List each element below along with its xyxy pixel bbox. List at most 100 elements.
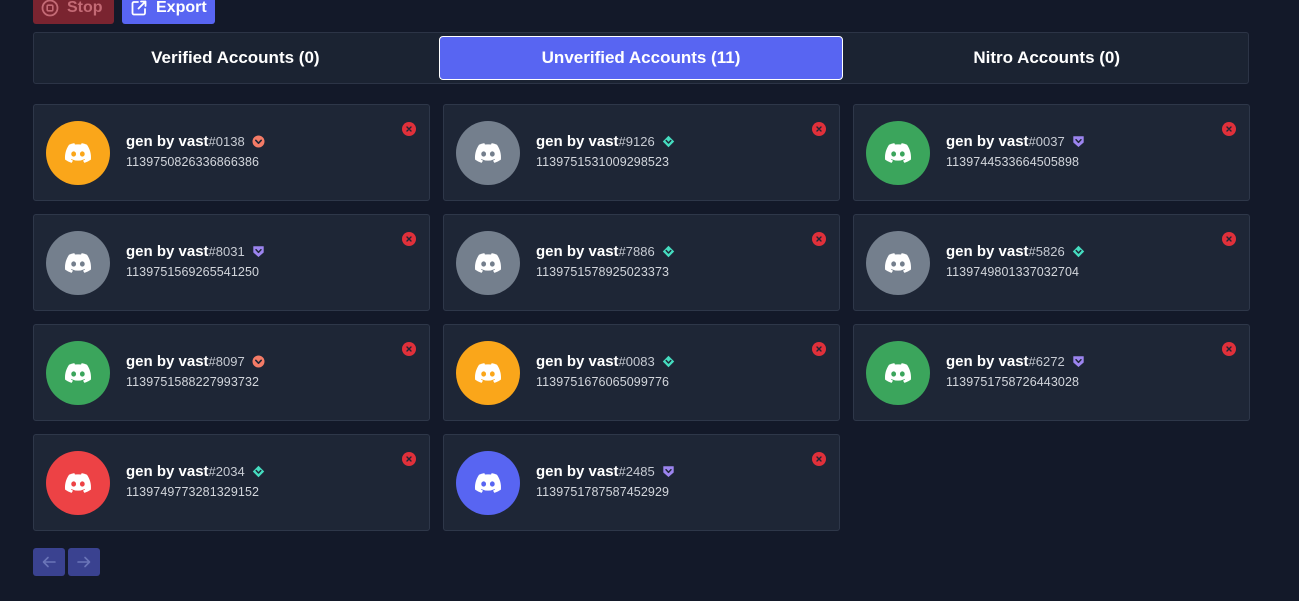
stop-button[interactable]: Stop: [33, 0, 114, 24]
account-id: 1139751588227993732: [126, 375, 260, 389]
discriminator: #0138: [208, 133, 245, 149]
account-info: gen by vast #8097 1139751588227993732: [126, 352, 265, 389]
close-icon: [816, 456, 822, 462]
arrow-right-icon: [77, 556, 91, 568]
avatar: [866, 341, 930, 405]
avatar: [456, 121, 520, 185]
avatar: [456, 231, 520, 295]
discriminator: #9126: [618, 133, 655, 149]
account-info: gen by vast #9126 1139751531009298523: [536, 132, 675, 169]
previous-page-button[interactable]: [33, 548, 65, 576]
account-id: 1139751758726443028: [946, 375, 1080, 389]
discriminator: #2034: [208, 463, 245, 479]
account-card: gen by vast #7886 1139751578925023373: [443, 214, 840, 311]
remove-account-button[interactable]: [1222, 122, 1236, 136]
username: gen by vast: [946, 352, 1029, 370]
account-id: 1139750826336866386: [126, 155, 260, 169]
close-icon: [1226, 126, 1232, 132]
avatar: [46, 341, 110, 405]
username: gen by vast: [536, 462, 619, 480]
tab-unverified-accounts[interactable]: Unverified Accounts (11): [438, 36, 844, 80]
account-card: gen by vast #0138 1139750826336866386: [33, 104, 430, 201]
username: gen by vast: [126, 132, 209, 150]
account-card: gen by vast #2485 1139751787587452929: [443, 434, 840, 531]
discord-logo-icon: [475, 253, 502, 273]
remove-account-button[interactable]: [812, 122, 826, 136]
discord-logo-icon: [475, 143, 502, 163]
username: gen by vast: [946, 132, 1029, 150]
remove-account-button[interactable]: [1222, 342, 1236, 356]
account-card: gen by vast #8097 1139751588227993732: [33, 324, 430, 421]
discriminator: #0037: [1028, 133, 1065, 149]
hypesquad-bravery-icon: [1072, 355, 1085, 368]
hypesquad-balance-icon: [662, 135, 675, 148]
stop-button-label: Stop: [67, 0, 103, 16]
close-icon: [1226, 346, 1232, 352]
pagination: [33, 548, 100, 576]
account-id: 1139744533664505898: [946, 155, 1080, 169]
close-icon: [816, 236, 822, 242]
tab-verified-accounts[interactable]: Verified Accounts (0): [34, 33, 437, 83]
account-card: gen by vast #2034 1139749773281329152: [33, 434, 430, 531]
avatar: [46, 451, 110, 515]
arrow-left-icon: [42, 556, 56, 568]
remove-account-button[interactable]: [402, 342, 416, 356]
discord-logo-icon: [885, 143, 912, 163]
account-id: 1139751569265541250: [126, 265, 260, 279]
discord-logo-icon: [885, 363, 912, 383]
account-info: gen by vast #0037 1139744533664505898: [946, 132, 1085, 169]
tab-nitro-accounts[interactable]: Nitro Accounts (0): [845, 33, 1248, 83]
hypesquad-bravery-icon: [662, 465, 675, 478]
account-info: gen by vast #0138 1139750826336866386: [126, 132, 265, 169]
avatar: [46, 231, 110, 295]
account-info: gen by vast #2485 1139751787587452929: [536, 462, 675, 499]
account-tabs: Verified Accounts (0) Unverified Account…: [33, 32, 1249, 84]
avatar: [866, 121, 930, 185]
close-icon: [406, 126, 412, 132]
discriminator: #5826: [1028, 243, 1065, 259]
account-card: gen by vast #5826 1139749801337032704: [853, 214, 1250, 311]
username: gen by vast: [126, 462, 209, 480]
account-info: gen by vast #8031 1139751569265541250: [126, 242, 265, 279]
next-page-button[interactable]: [68, 548, 100, 576]
avatar: [456, 451, 520, 515]
username: gen by vast: [126, 352, 209, 370]
close-icon: [816, 346, 822, 352]
username: gen by vast: [536, 352, 619, 370]
avatar: [866, 231, 930, 295]
export-button-label: Export: [156, 0, 207, 16]
discriminator: #8031: [208, 243, 245, 259]
account-id: 1139751531009298523: [536, 155, 670, 169]
account-info: gen by vast #6272 1139751758726443028: [946, 352, 1085, 389]
close-icon: [406, 346, 412, 352]
remove-account-button[interactable]: [402, 452, 416, 466]
close-icon: [816, 126, 822, 132]
discord-logo-icon: [885, 253, 912, 273]
username: gen by vast: [126, 242, 209, 260]
account-info: gen by vast #7886 1139751578925023373: [536, 242, 675, 279]
account-grid: gen by vast #0138 1139750826336866386 gen b…: [33, 104, 1250, 531]
username: gen by vast: [946, 242, 1029, 260]
discriminator: #2485: [618, 463, 655, 479]
username: gen by vast: [536, 132, 619, 150]
account-card: gen by vast #8031 1139751569265541250: [33, 214, 430, 311]
account-id: 1139751578925023373: [536, 265, 670, 279]
discord-logo-icon: [475, 473, 502, 493]
account-card: gen by vast #9126 1139751531009298523: [443, 104, 840, 201]
close-icon: [406, 456, 412, 462]
remove-account-button[interactable]: [1222, 232, 1236, 246]
remove-account-button[interactable]: [812, 452, 826, 466]
remove-account-button[interactable]: [402, 122, 416, 136]
discord-logo-icon: [65, 473, 92, 493]
discriminator: #0083: [618, 353, 655, 369]
hypesquad-brilliance-icon: [252, 355, 265, 368]
discriminator: #7886: [618, 243, 655, 259]
remove-account-button[interactable]: [812, 232, 826, 246]
account-id: 1139749801337032704: [946, 265, 1080, 279]
export-button[interactable]: Export: [122, 0, 215, 24]
account-info: gen by vast #0083 1139751676065099776: [536, 352, 675, 389]
hypesquad-balance-icon: [252, 465, 265, 478]
remove-account-button[interactable]: [812, 342, 826, 356]
remove-account-button[interactable]: [402, 232, 416, 246]
discord-logo-icon: [65, 363, 92, 383]
